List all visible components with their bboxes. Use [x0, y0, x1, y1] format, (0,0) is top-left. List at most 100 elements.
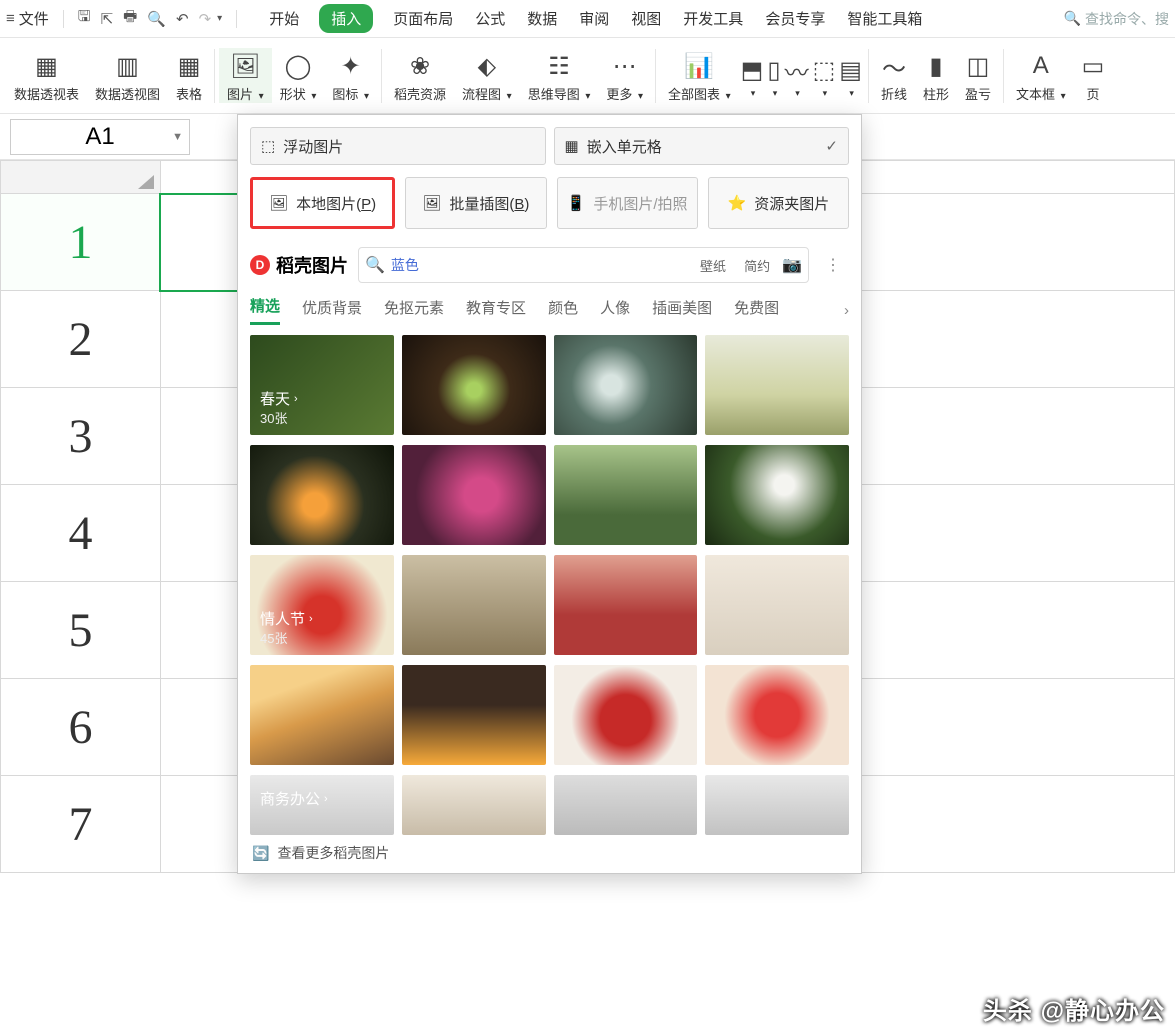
- tab-insert[interactable]: 插入: [319, 4, 373, 33]
- save-icon[interactable]: 🖫: [78, 6, 91, 31]
- chart-line-icon: 〰: [785, 52, 809, 88]
- ribbon-header[interactable]: ▭页: [1074, 48, 1113, 103]
- tab-formula[interactable]: 公式: [473, 4, 507, 33]
- stock-thumb[interactable]: [554, 665, 698, 765]
- tab-view[interactable]: 视图: [629, 4, 663, 33]
- row-header-4[interactable]: 4: [1, 485, 161, 582]
- undo-icon[interactable]: ↶: [176, 10, 189, 28]
- cat-tab-2[interactable]: 免抠元素: [384, 297, 444, 324]
- tab-start[interactable]: 开始: [267, 4, 301, 33]
- chart-misc1-icon: ⬚: [813, 52, 836, 88]
- ribbon-mindmap[interactable]: ☷思维导图 ▾: [520, 48, 599, 103]
- ribbon-spark-line[interactable]: 〜折线: [873, 48, 915, 103]
- ribbon-chart-all[interactable]: 📊全部图表 ▾: [660, 48, 739, 103]
- hamburger-icon[interactable]: ≡: [6, 10, 15, 27]
- cat-tab-4[interactable]: 颜色: [548, 297, 578, 324]
- cat-tab-1[interactable]: 优质背景: [302, 297, 362, 324]
- pill-simple[interactable]: 简约: [738, 256, 776, 275]
- stock-thumb[interactable]: [554, 335, 698, 435]
- stock-thumb[interactable]: [402, 445, 546, 545]
- mode-float[interactable]: ⬚ 浮动图片: [250, 127, 546, 165]
- ribbon-spark-winloss[interactable]: ◫盈亏: [957, 48, 999, 103]
- qat-more-icon[interactable]: ▾: [217, 13, 222, 24]
- ribbon-flowchart[interactable]: ⬖流程图 ▾: [454, 48, 520, 103]
- ribbon-chart-misc1[interactable]: ⬚▾: [811, 52, 838, 99]
- ribbon-chart-col[interactable]: ▯▾: [765, 52, 782, 99]
- row-header-3[interactable]: 3: [1, 388, 161, 485]
- ribbon-label: 全部图表 ▾: [668, 84, 731, 103]
- stock-thumb[interactable]: [705, 335, 849, 435]
- command-search[interactable]: 🔍 查找命令、搜: [1064, 9, 1169, 29]
- tab-pagelayout[interactable]: 页面布局: [391, 4, 455, 33]
- tab-smarttools[interactable]: 智能工具箱: [845, 4, 924, 33]
- row-header-5[interactable]: 5: [1, 582, 161, 679]
- tab-review[interactable]: 审阅: [577, 4, 611, 33]
- row-header-2[interactable]: 2: [1, 291, 161, 388]
- ribbon-pivot-table[interactable]: ▦数据透视表: [6, 48, 87, 103]
- stock-thumb[interactable]: [402, 335, 546, 435]
- cat-tab-5[interactable]: 人像: [600, 297, 630, 324]
- tab-devtools[interactable]: 开发工具: [681, 4, 745, 33]
- ribbon-pivot-chart[interactable]: ▥数据透视图: [87, 48, 168, 103]
- preview-icon[interactable]: 🔍: [147, 10, 166, 28]
- ribbon-label: 表格: [176, 84, 202, 103]
- local-picture-button[interactable]: 🖼 本地图片(P): [250, 177, 395, 229]
- see-more-link[interactable]: 🔄 查看更多稻壳图片: [250, 835, 849, 865]
- stock-thumb[interactable]: [554, 445, 698, 545]
- redo-icon[interactable]: ↷: [199, 10, 212, 28]
- cat-tab-0[interactable]: 精选: [250, 295, 280, 325]
- select-all-corner[interactable]: [1, 161, 161, 194]
- tab-member[interactable]: 会员专享: [763, 4, 827, 33]
- stock-thumb[interactable]: [402, 555, 546, 655]
- cat-tab-3[interactable]: 教育专区: [466, 297, 526, 324]
- batch-insert-button[interactable]: 🖼 批量插图(B): [405, 177, 546, 229]
- flowchart-icon: ⬖: [478, 48, 496, 84]
- resource-folder-button[interactable]: ⭐ 资源夹图片: [708, 177, 849, 229]
- ribbon-chart-misc2[interactable]: ▤▾: [837, 52, 864, 99]
- ribbon-chart-combo[interactable]: ⬒▾: [739, 52, 766, 99]
- cat-tab-7[interactable]: 免费图: [734, 297, 779, 324]
- menu-file[interactable]: 文件: [19, 8, 49, 29]
- mode-embed[interactable]: ▦ 嵌入单元格 ✓: [554, 127, 850, 165]
- quick-access-toolbar: 🖫 ⇱ 🖶 🔍 ↶ ↷ ▾: [59, 6, 241, 31]
- ribbon-table[interactable]: ▦表格: [168, 48, 210, 103]
- stock-thumb[interactable]: 情人节 ›45张: [250, 555, 394, 655]
- pill-wallpaper[interactable]: 壁纸: [694, 256, 732, 275]
- ribbon-shapes[interactable]: ◯形状 ▾: [272, 48, 325, 103]
- print-icon[interactable]: 🖶: [123, 6, 137, 31]
- cat-tab-6[interactable]: 插画美图: [652, 297, 712, 324]
- chevron-down-icon[interactable]: ▼: [172, 131, 183, 143]
- stock-thumb[interactable]: [705, 665, 849, 765]
- stock-thumb[interactable]: [402, 775, 546, 835]
- phone-picture-button[interactable]: 📱 手机图片/拍照: [557, 177, 698, 229]
- ribbon-picture[interactable]: 🖼图片 ▾: [219, 48, 272, 103]
- ribbon-spark-col[interactable]: ▮柱形: [915, 48, 957, 103]
- ribbon-chart-line[interactable]: 〰▾: [783, 52, 811, 99]
- row-header-7[interactable]: 7: [1, 776, 161, 873]
- stock-thumb[interactable]: [402, 665, 546, 765]
- ribbon-textbox[interactable]: A文本框 ▾: [1008, 48, 1074, 103]
- row-header-1[interactable]: 1: [1, 194, 161, 291]
- more-menu-icon[interactable]: ⋮: [819, 255, 849, 275]
- stock-thumb[interactable]: [554, 775, 698, 835]
- stock-thumb[interactable]: [705, 555, 849, 655]
- stock-search[interactable]: 🔍 壁纸 简约 📷: [358, 247, 809, 283]
- ribbon-icons[interactable]: ✦图标 ▾: [324, 48, 377, 103]
- stock-thumb[interactable]: 商务办公 ›: [250, 775, 394, 835]
- ribbon-more[interactable]: ⋯更多 ▾: [598, 48, 651, 103]
- name-box[interactable]: A1 ▼: [10, 119, 190, 155]
- stock-search-input[interactable]: [391, 257, 688, 273]
- stock-thumb[interactable]: [554, 555, 698, 655]
- tab-data[interactable]: 数据: [525, 4, 559, 33]
- ribbon-label: 折线: [881, 84, 907, 103]
- stock-thumb[interactable]: [250, 665, 394, 765]
- stock-thumb[interactable]: [705, 775, 849, 835]
- share-icon[interactable]: ⇱: [101, 10, 114, 28]
- stock-thumb[interactable]: [250, 445, 394, 545]
- stock-thumb[interactable]: 春天 ›30张: [250, 335, 394, 435]
- row-header-6[interactable]: 6: [1, 679, 161, 776]
- stock-thumb[interactable]: [705, 445, 849, 545]
- ribbon-resource[interactable]: ❀稻壳资源: [386, 48, 454, 103]
- camera-icon[interactable]: 📷: [782, 255, 802, 275]
- scroll-right-icon[interactable]: ›: [844, 302, 849, 319]
